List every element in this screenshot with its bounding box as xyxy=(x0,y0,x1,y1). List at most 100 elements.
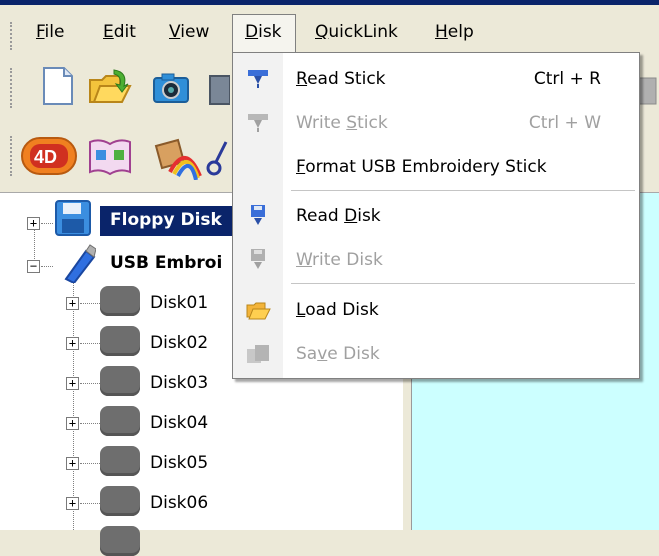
tree-item-disk06[interactable]: Disk06 xyxy=(150,493,208,513)
read-disk-icon xyxy=(251,205,265,225)
disk-icon[interactable] xyxy=(100,286,140,316)
disk-icon[interactable] xyxy=(100,526,140,556)
label-part: Sa xyxy=(296,344,318,364)
menu-item-label: Read Stick xyxy=(296,69,386,89)
tree-connector xyxy=(80,463,100,464)
menu-disk-mnemonic: D xyxy=(245,22,259,42)
menu-help-label: elp xyxy=(447,22,474,42)
tree-connector xyxy=(41,266,53,267)
tree-expand-button[interactable]: + xyxy=(66,377,79,390)
scissors-icon[interactable] xyxy=(206,138,230,178)
label-part: oad Disk xyxy=(305,300,379,320)
tree-expand-button[interactable]: + xyxy=(66,497,79,510)
tree-connector xyxy=(73,273,74,530)
tree-expand-button[interactable]: + xyxy=(66,297,79,310)
book-icon[interactable] xyxy=(88,136,132,176)
tree-item-disk03[interactable]: Disk03 xyxy=(150,373,208,393)
save-icon[interactable] xyxy=(208,74,230,106)
save-disk-icon xyxy=(247,345,269,363)
tree-connector xyxy=(80,303,100,304)
menu-item-shortcut: Ctrl + W xyxy=(528,113,601,133)
menu-item-label: Read Disk xyxy=(296,206,381,226)
disk-icon[interactable] xyxy=(100,446,140,476)
label-part: rite Disk xyxy=(312,250,383,270)
tree-expand-button[interactable]: + xyxy=(66,417,79,430)
menu-item-load-disk[interactable]: Load Disk xyxy=(233,288,639,332)
menu-quicklink-label: uickLink xyxy=(328,22,398,42)
tree-collapse-button[interactable]: − xyxy=(27,260,40,273)
menu-file[interactable]: File xyxy=(36,22,64,42)
new-file-icon[interactable] xyxy=(42,66,74,106)
tree-item-floppy-disk[interactable]: Floppy Disk xyxy=(110,210,222,230)
disk-dropdown-menu: Read Stick Ctrl + R Write Stick Ctrl + W… xyxy=(232,52,640,379)
disk-icon[interactable] xyxy=(100,366,140,396)
label-mnemonic: F xyxy=(296,157,306,177)
disk-icon[interactable] xyxy=(100,406,140,436)
menu-item-label: Write Stick xyxy=(296,113,388,133)
label-part: Write xyxy=(296,113,347,133)
tree-connector xyxy=(80,503,100,504)
menu-item-write-stick[interactable]: Write Stick Ctrl + W xyxy=(233,101,639,145)
tree-expand-button[interactable]: + xyxy=(66,337,79,350)
tree-item-disk05[interactable]: Disk05 xyxy=(150,453,208,473)
label-part: Read xyxy=(296,206,345,226)
menu-file-label: ile xyxy=(44,22,65,42)
menu-disk-label: isk xyxy=(258,22,282,42)
disk-icon[interactable] xyxy=(100,326,140,356)
menu-separator xyxy=(291,283,635,284)
menu-item-label: Save Disk xyxy=(296,344,380,364)
tree-item-disk01[interactable]: Disk01 xyxy=(150,293,208,313)
open-folder-icon[interactable] xyxy=(88,68,132,106)
label-part: e Disk xyxy=(327,344,380,364)
tree-expand-button[interactable]: + xyxy=(66,457,79,470)
menu-view-label: iew xyxy=(180,22,210,42)
tree-item-disk02[interactable]: Disk02 xyxy=(150,333,208,353)
menu-view[interactable]: View xyxy=(169,22,209,42)
label-mnemonic: D xyxy=(344,206,358,226)
menu-item-label: Format USB Embroidery Stick xyxy=(296,157,547,177)
disk-icon[interactable] xyxy=(100,486,140,516)
label-part: isk xyxy=(357,206,381,226)
menu-item-label: Write Disk xyxy=(296,250,383,270)
label-mnemonic: W xyxy=(296,250,313,270)
usb-stick-icon[interactable] xyxy=(56,243,96,283)
tree-connector xyxy=(80,423,100,424)
toolbar-grip[interactable] xyxy=(10,68,16,108)
load-disk-icon xyxy=(246,302,271,320)
menu-separator xyxy=(291,190,635,191)
tree-item-disk04[interactable]: Disk04 xyxy=(150,413,208,433)
write-disk-icon xyxy=(251,249,265,269)
menu-help[interactable]: Help xyxy=(435,22,474,42)
menu-item-shortcut: Ctrl + R xyxy=(533,69,601,89)
menu-item-read-stick[interactable]: Read Stick Ctrl + R xyxy=(233,57,639,101)
4d-icon[interactable]: 4D xyxy=(20,136,78,176)
menu-edit-mnemonic: E xyxy=(103,22,114,42)
tree-expand-button[interactable]: + xyxy=(27,217,40,230)
photo-wizard-icon[interactable] xyxy=(150,136,202,180)
label-mnemonic: R xyxy=(296,69,308,89)
menu-item-format-usb[interactable]: Format USB Embroidery Stick xyxy=(233,145,639,189)
svg-text:4D: 4D xyxy=(34,147,57,167)
menu-item-write-disk[interactable]: Write Disk xyxy=(233,238,639,282)
label-part: tick xyxy=(357,113,388,133)
toolbar-grip-2[interactable] xyxy=(10,136,16,176)
read-stick-icon xyxy=(248,70,268,88)
label-mnemonic: L xyxy=(296,300,306,320)
menu-item-read-disk[interactable]: Read Disk xyxy=(233,194,639,238)
label-part: ead Stick xyxy=(307,69,386,89)
menubar-grip[interactable] xyxy=(10,22,16,50)
menu-item-label: Load Disk xyxy=(296,300,379,320)
menu-item-save-disk[interactable]: Save Disk xyxy=(233,332,639,376)
menu-quicklink[interactable]: QuickLink xyxy=(315,22,398,42)
camera-icon[interactable] xyxy=(152,72,192,104)
floppy-disk-icon[interactable] xyxy=(54,199,94,237)
tree-connector xyxy=(80,343,100,344)
tree-connector xyxy=(80,383,100,384)
label-part: ormat USB Embroidery Stick xyxy=(305,157,547,177)
tree-item-usb-embroidery[interactable]: USB Embroi xyxy=(110,253,222,273)
label-mnemonic: v xyxy=(317,344,328,364)
label-mnemonic: S xyxy=(346,113,358,133)
menu-disk[interactable]: Disk xyxy=(245,22,282,42)
write-stick-icon xyxy=(248,114,268,132)
menu-edit[interactable]: Edit xyxy=(103,22,136,42)
